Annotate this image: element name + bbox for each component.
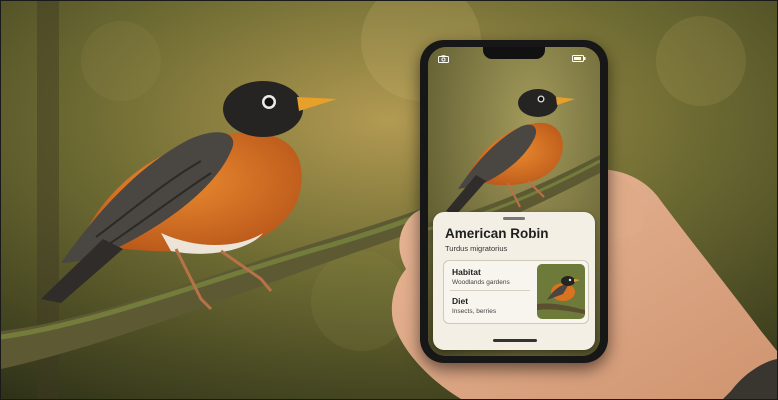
species-details: Habitat Woodlands gardens Diet Insects, … [443, 260, 589, 324]
species-common-name: American Robin [445, 226, 549, 241]
robin-thumbnail [537, 264, 585, 319]
diet-label: Diet [452, 296, 469, 306]
battery-icon [572, 55, 586, 62]
home-indicator[interactable] [493, 339, 537, 342]
detail-divider [450, 290, 530, 291]
phone-screen: American Robin Turdus migratorius Habita… [428, 47, 600, 356]
habitat-label: Habitat [452, 267, 481, 277]
forest-background-photo [1, 1, 777, 399]
species-info-card[interactable]: American Robin Turdus migratorius Habita… [433, 212, 595, 350]
camera-icon[interactable] [438, 55, 449, 63]
diet-value: Insects, berries [452, 308, 497, 315]
phone-notch [483, 47, 545, 59]
habitat-value: Woodlands gardens [452, 279, 510, 286]
species-scientific-name: Turdus migratorius [445, 244, 508, 253]
photo-scene: American Robin Turdus migratorius Habita… [0, 0, 778, 400]
smartphone: American Robin Turdus migratorius Habita… [420, 40, 608, 363]
card-grab-handle[interactable] [503, 217, 525, 220]
